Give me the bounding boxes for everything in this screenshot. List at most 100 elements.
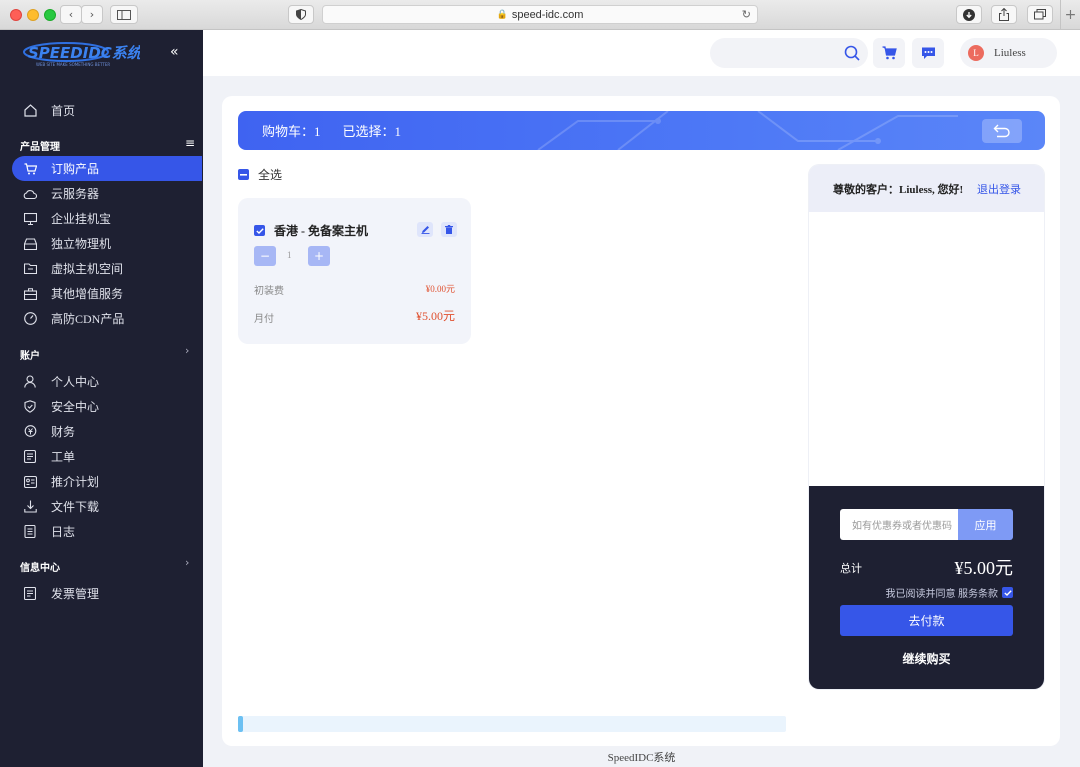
- sidebar-item-dedicated-server[interactable]: 独立物理机: [12, 231, 202, 256]
- sidebar-item-virtual-hosting[interactable]: 虚拟主机空间: [12, 256, 202, 281]
- cart-button[interactable]: [873, 38, 905, 68]
- close-window-button[interactable]: [10, 9, 22, 21]
- terms-text: 我已阅读并同意 服务条款: [885, 589, 999, 600]
- svg-text:SPEEDIDC系统: SPEEDIDC系统: [28, 44, 140, 62]
- select-all-checkbox[interactable]: 全选: [238, 166, 282, 183]
- sidebar-item-label: 企业挂机宝: [51, 212, 112, 226]
- billing-cycle-price: ¥5.00元: [415, 309, 455, 323]
- sidebar-item-profile[interactable]: 个人中心: [12, 369, 202, 394]
- sidebar-item-finance[interactable]: 财务: [12, 419, 202, 444]
- sidebar-item-referral[interactable]: 推介计划: [12, 469, 202, 494]
- sidebar: SPEEDIDC系统 WEB SITE MAKE SOMETHING BETTE…: [0, 30, 203, 767]
- item-checkbox[interactable]: [254, 225, 265, 236]
- banner-pattern-graphic: [537, 111, 958, 150]
- select-all-label: 全选: [258, 168, 283, 182]
- sidebar-item-label: 日志: [51, 525, 76, 539]
- sidebar-item-label: 文件下载: [51, 500, 100, 514]
- sidebar-item-security[interactable]: 安全中心: [12, 394, 202, 419]
- user-menu[interactable]: L Liuless: [960, 38, 1057, 68]
- chevron-right-icon[interactable]: ›: [185, 556, 189, 569]
- apply-coupon-button[interactable]: 应用: [958, 509, 1013, 540]
- user-icon: [23, 375, 37, 389]
- chevron-right-icon[interactable]: ›: [185, 344, 189, 357]
- quantity-value[interactable]: 1: [287, 250, 292, 260]
- section-account-title: 账户: [20, 351, 40, 362]
- download-icon: [23, 500, 37, 514]
- forward-nav-button[interactable]: ›: [81, 5, 103, 24]
- shield-icon: [23, 400, 37, 414]
- sidebar-item-label: 订购产品: [51, 162, 100, 176]
- lock-icon: 🔒: [496, 9, 508, 19]
- logout-link[interactable]: 退出登录: [977, 181, 1021, 197]
- privacy-shield-button[interactable]: [288, 5, 314, 24]
- quantity-increase-button[interactable]: +: [308, 246, 330, 266]
- coupon-input[interactable]: 如有优惠券或者优惠码: [840, 509, 958, 540]
- zoom-window-button[interactable]: [44, 9, 56, 21]
- browser-toolbar: ‹ › 🔒 speed-idc.com ↻ +: [0, 0, 1080, 30]
- cart-banner: 购物车：1 已选择：1: [238, 111, 1045, 150]
- sidebar-item-label: 高防CDN产品: [51, 312, 125, 326]
- terms-agreement[interactable]: 我已阅读并同意 服务条款: [885, 585, 1013, 600]
- sidebar-item-label: 安全中心: [51, 400, 100, 414]
- edit-item-button[interactable]: [417, 222, 433, 237]
- referral-icon: [23, 475, 37, 489]
- sidebar-item-enterprise-vps[interactable]: 企业挂机宝: [12, 206, 202, 231]
- sidebar-item-home[interactable]: 首页: [12, 98, 202, 123]
- sidebar-item-label: 首页: [51, 104, 76, 118]
- billing-cycle-label: 月付: [254, 314, 274, 325]
- sidebar-item-cdn[interactable]: 高防CDN产品: [12, 306, 202, 331]
- section-products-title: 产品管理: [20, 142, 60, 153]
- pencil-icon: [421, 226, 429, 234]
- sidebar-item-downloads[interactable]: 文件下载: [12, 494, 202, 519]
- return-arrow-icon: [993, 124, 1010, 138]
- total-value: ¥5.00元: [954, 558, 1014, 578]
- sidebar-item-cloud-server[interactable]: 云服务器: [12, 181, 202, 206]
- new-tab-button[interactable]: +: [1060, 0, 1080, 30]
- progress-fill: [238, 716, 244, 732]
- sidebar-item-value-added[interactable]: 其他增值服务: [12, 281, 202, 306]
- url-bar[interactable]: 🔒 speed-idc.com ↻: [322, 5, 758, 24]
- trash-icon: [445, 225, 453, 234]
- sidebar-item-invoices[interactable]: 发票管理: [12, 581, 202, 606]
- sidebar-item-label: 个人中心: [51, 375, 100, 389]
- chat-bubble-icon: [921, 47, 935, 59]
- sidebar-item-label: 独立物理机: [51, 237, 112, 251]
- sidebar-item-label: 虚拟主机空间: [51, 262, 124, 276]
- brand-logo[interactable]: SPEEDIDC系统 WEB SITE MAKE SOMETHING BETTE…: [22, 40, 145, 68]
- messages-button[interactable]: [912, 38, 944, 68]
- url-text: speed-idc.com: [511, 8, 584, 21]
- tabs-icon: [1034, 9, 1046, 20]
- order-summary: 尊敬的客户：Liuless, 您好! 退出登录 如有优惠券或者优惠码 应用 总计…: [809, 165, 1044, 689]
- share-button[interactable]: [991, 5, 1017, 24]
- cart-icon: [882, 46, 897, 60]
- reload-icon[interactable]: ↻: [742, 8, 751, 21]
- finance-icon: [23, 425, 37, 439]
- search-input[interactable]: [710, 38, 868, 68]
- delete-item-button[interactable]: [441, 222, 457, 237]
- folder-icon: [23, 262, 37, 276]
- terms-checkbox[interactable]: [1002, 587, 1013, 598]
- search-icon[interactable]: [844, 45, 860, 66]
- sidebar-item-label: 云服务器: [51, 187, 100, 201]
- downloads-button[interactable]: [956, 5, 982, 24]
- back-nav-button[interactable]: ‹: [60, 5, 82, 24]
- home-icon: [23, 104, 37, 118]
- pay-button[interactable]: 去付款: [840, 605, 1013, 636]
- sidebar-toggle-button[interactable]: [110, 5, 138, 24]
- collapse-sidebar-icon[interactable]: «: [170, 44, 179, 60]
- sidebar-item-tickets[interactable]: 工单: [12, 444, 202, 469]
- quantity-decrease-button[interactable]: −: [254, 246, 276, 266]
- svg-text:WEB SITE MAKE SOMETHING BETTER: WEB SITE MAKE SOMETHING BETTER: [36, 62, 110, 67]
- back-button[interactable]: [982, 119, 1022, 143]
- minimize-window-button[interactable]: [27, 9, 39, 21]
- sidebar-item-order-products[interactable]: 订购产品: [12, 156, 202, 181]
- invoice-icon: [23, 587, 37, 601]
- sidebar-item-label: 工单: [51, 450, 76, 464]
- continue-shopping-link[interactable]: 继续购买: [840, 650, 1013, 667]
- sidebar-item-logs[interactable]: 日志: [12, 519, 202, 544]
- footer-text: SpeedIDC系统: [607, 752, 676, 764]
- server-icon: [23, 237, 37, 251]
- tabs-overview-button[interactable]: [1027, 5, 1053, 24]
- sidebar-item-label: 其他增值服务: [51, 287, 124, 301]
- menu-lines-icon[interactable]: ≡: [185, 136, 195, 150]
